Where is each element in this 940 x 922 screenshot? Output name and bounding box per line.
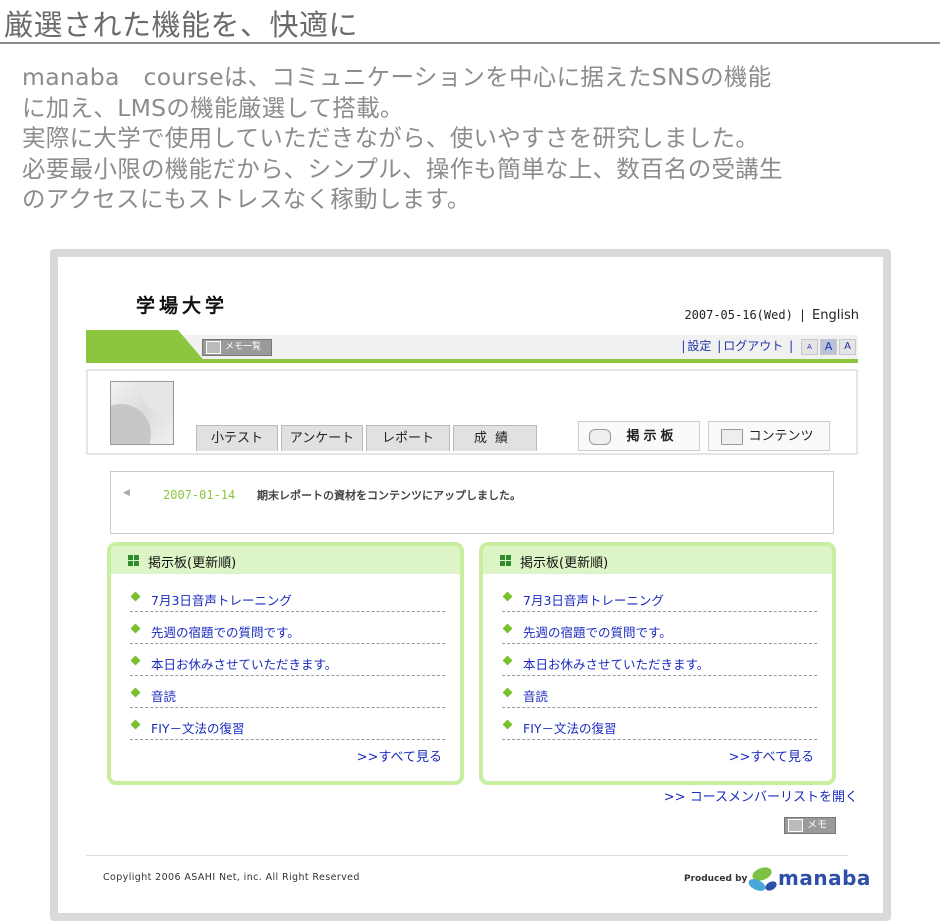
list-item[interactable]: 本日お休みさせていただきます。 xyxy=(502,644,817,676)
see-all-link[interactable]: >>すべて見る xyxy=(357,746,442,765)
pipe-separator: | xyxy=(789,339,794,353)
bullet-icon xyxy=(502,687,513,698)
university-name: 学場大学 xyxy=(136,295,229,317)
course-image xyxy=(110,381,174,445)
bullet-icon xyxy=(130,591,141,602)
board-post-link[interactable]: 本日お休みさせていただきます。 xyxy=(523,654,709,673)
footer-divider xyxy=(86,855,848,856)
intro-line: のアクセスにもストレスなく稼動します。 xyxy=(22,185,471,213)
english-link[interactable]: English xyxy=(812,308,859,323)
settings-link[interactable]: 設定 xyxy=(687,339,711,353)
board-header: 掲示板(更新順) xyxy=(111,546,460,574)
bullet-icon xyxy=(130,719,141,730)
memo-icon xyxy=(788,819,803,832)
notice-date: 2007-01-14 xyxy=(163,488,236,502)
manaba-logo: manaba xyxy=(744,863,870,899)
leaf-logo-icon xyxy=(748,867,777,891)
produced-by-text: Produced by xyxy=(684,874,748,884)
list-item[interactable]: 先週の宿題での質問です。 xyxy=(502,612,817,644)
board-header: 掲示板(更新順) xyxy=(483,546,832,574)
board-post-link[interactable]: 先週の宿題での質問です。 xyxy=(523,622,672,641)
grid-icon xyxy=(500,555,511,566)
bullet-icon xyxy=(502,719,513,730)
course-header: 小テスト アンケート レポート 成績 掲示板 コンテンツ xyxy=(86,369,858,455)
tab-contents[interactable]: コンテンツ xyxy=(708,421,830,451)
memo-list-label: メモ一覧 xyxy=(225,342,262,352)
bullet-icon xyxy=(130,687,141,698)
news-notice: ◀ 2007-01-14 期末レポートの資材をコンテンツにアップしました。 xyxy=(110,471,834,534)
tab-board-label: 掲示板 xyxy=(626,429,678,444)
intro-line: manaba courseは、コミュニケーションを中心に据えたSNSの機能 xyxy=(22,63,772,91)
app-screenshot-frame: 学場大学 2007-05-16(Wed) | English メモ一覧 | 設定 | ロ… xyxy=(50,249,891,921)
date-language-bar: 2007-05-16(Wed) | English xyxy=(684,308,859,323)
list-item[interactable]: 7月3日音声トレーニング xyxy=(130,580,445,612)
memo-button[interactable]: メモ xyxy=(784,817,836,834)
memo-icon xyxy=(206,341,221,354)
font-size-large-button[interactable]: A xyxy=(839,338,856,355)
board-post-link[interactable]: FIY－文法の復習 xyxy=(523,718,617,737)
heading-title: 厳選された機能を、快適に xyxy=(4,8,359,42)
board-panel: 掲示板(更新順) 7月3日音声トレーニング 先週の宿題での質問です。 本日お休み… xyxy=(107,542,464,785)
bullet-icon xyxy=(502,591,513,602)
pipe-separator: | xyxy=(717,339,722,353)
board-post-link[interactable]: 7月3日音声トレーニング xyxy=(151,590,292,609)
list-item[interactable]: 音読 xyxy=(130,676,445,708)
list-item[interactable]: 先週の宿題での質問です。 xyxy=(130,612,445,644)
bullet-icon xyxy=(130,655,141,666)
tab-contents-label: コンテンツ xyxy=(748,429,814,444)
intro-line: 実際に大学で使用していただきながら、使いやすさを研究しました。 xyxy=(22,124,760,152)
copyright-text: Copylight 2006 ASAHI Net, inc. All Right… xyxy=(103,872,360,883)
intro-line: に加え、LMSの機能厳選して搭載。 xyxy=(22,93,404,122)
board-post-link[interactable]: 本日お休みさせていただきます。 xyxy=(151,654,337,673)
member-list-link[interactable]: >> コースメンバーリストを開く xyxy=(664,786,858,805)
bullet-icon xyxy=(502,655,513,666)
nav-underline xyxy=(86,359,858,363)
list-item[interactable]: FIY－文法の復習 xyxy=(130,708,445,740)
page-heading: 厳選された機能を、快適に xyxy=(0,0,940,44)
tab-quiz[interactable]: 小テスト xyxy=(196,425,278,451)
board-post-link[interactable]: 先週の宿題での質問です。 xyxy=(151,622,300,641)
pipe-separator: | xyxy=(681,339,686,353)
logout-link[interactable]: ログアウト xyxy=(723,339,783,353)
book-icon xyxy=(721,429,743,445)
board-title: 掲示板(更新順) xyxy=(520,556,609,571)
board-list: 7月3日音声トレーニング 先週の宿題での質問です。 本日お休みさせていただきます… xyxy=(502,580,817,740)
board-panel: 掲示板(更新順) 7月3日音声トレーニング 先週の宿題での質問です。 本日お休み… xyxy=(479,542,836,785)
board-post-link[interactable]: FIY－文法の復習 xyxy=(151,718,245,737)
memo-list-button[interactable]: メモ一覧 xyxy=(202,339,272,356)
memo-label: メモ xyxy=(807,820,827,831)
font-size-small-button[interactable]: A xyxy=(801,338,818,355)
tab-grades[interactable]: 成績 xyxy=(453,425,537,451)
notice-text[interactable]: 期末レポートの資材をコンテンツにアップしました。 xyxy=(257,487,521,503)
board-title: 掲示板(更新順) xyxy=(148,556,237,571)
list-item[interactable]: 7月3日音声トレーニング xyxy=(502,580,817,612)
bullet-icon xyxy=(130,623,141,634)
see-all-link[interactable]: >>すべて見る xyxy=(729,746,814,765)
tab-survey[interactable]: アンケート xyxy=(281,425,363,451)
board-post-link[interactable]: 7月3日音声トレーニング xyxy=(523,590,664,609)
logo-text: manaba xyxy=(778,866,871,890)
font-size-medium-button[interactable]: A xyxy=(820,338,837,355)
account-links: | 設定 | ログアウト | AAA xyxy=(679,337,856,355)
tab-report[interactable]: レポート xyxy=(366,425,450,451)
tab-board[interactable]: 掲示板 xyxy=(578,421,700,451)
speech-bubble-icon xyxy=(589,429,611,445)
board-post-link[interactable]: 音読 xyxy=(523,686,548,705)
grid-icon xyxy=(128,555,139,566)
bullet-icon xyxy=(502,623,513,634)
list-item[interactable]: FIY－文法の復習 xyxy=(502,708,817,740)
board-list: 7月3日音声トレーニング 先週の宿題での質問です。 本日お休みさせていただきます… xyxy=(130,580,445,740)
list-item[interactable]: 本日お休みさせていただきます。 xyxy=(130,644,445,676)
current-date: 2007-05-16(Wed) xyxy=(684,308,793,322)
prev-arrow-icon[interactable]: ◀ xyxy=(123,488,130,498)
board-post-link[interactable]: 音読 xyxy=(151,686,176,705)
list-item[interactable]: 音読 xyxy=(502,676,817,708)
global-nav-bar: メモ一覧 | 設定 | ログアウト | AAA xyxy=(86,330,858,363)
intro-paragraph: manaba courseは、コミュニケーションを中心に据えたSNSの機能 に加… xyxy=(22,62,932,215)
separator: | xyxy=(798,308,807,322)
intro-line: 必要最小限の機能だから、シンプル、操作も簡単な上、数百名の受講生 xyxy=(22,154,783,183)
